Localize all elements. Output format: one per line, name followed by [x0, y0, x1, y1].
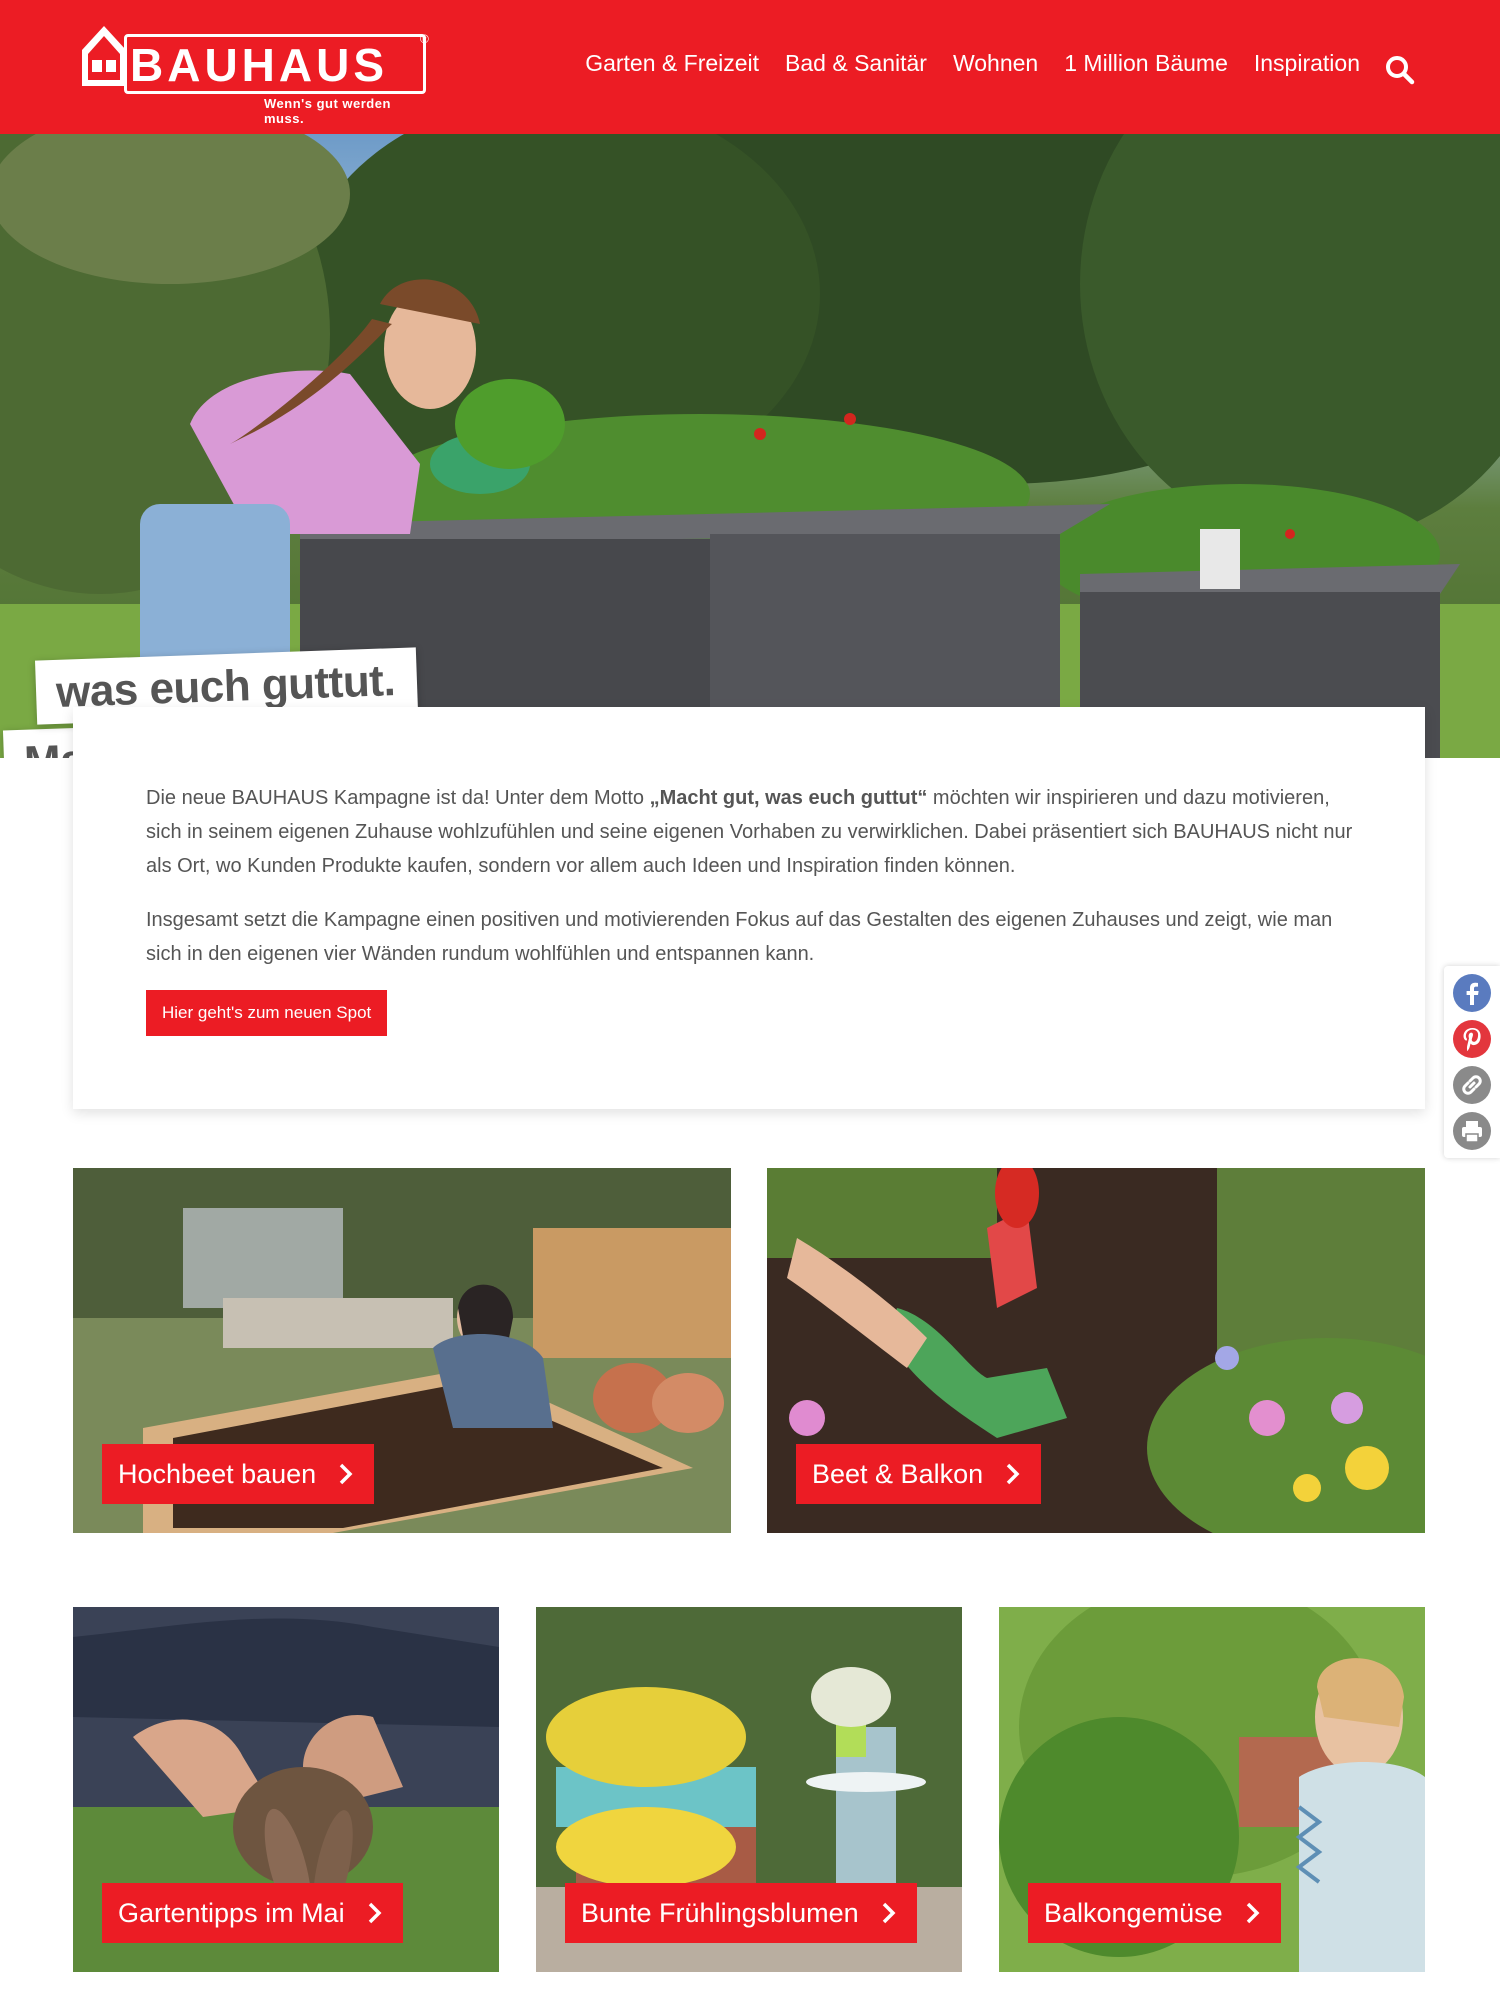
tile-gartentipps-mai[interactable]: Gartentipps im Mai: [73, 1607, 499, 1972]
link-icon[interactable]: [1453, 1066, 1491, 1104]
tile-button-balkongemuese[interactable]: Balkongemüse: [1028, 1883, 1281, 1943]
site-header: BAUHAUS ® Wenn's gut werden muss. Garten…: [0, 0, 1500, 134]
facebook-icon[interactable]: [1453, 974, 1491, 1012]
nav-item-bad-sanitaer[interactable]: Bad & Sanitär: [785, 50, 927, 77]
main-navigation: Garten & Freizeit Bad & Sanitär Wohnen 1…: [585, 50, 1360, 77]
search-icon[interactable]: [1384, 54, 1416, 86]
tile-beet-balkon[interactable]: Beet & Balkon: [767, 1168, 1425, 1533]
nav-item-inspiration[interactable]: Inspiration: [1254, 50, 1360, 77]
nav-item-wohnen[interactable]: Wohnen: [953, 50, 1038, 77]
logo-registered-mark: ®: [420, 32, 429, 46]
new-spot-button[interactable]: Hier geht's zum neuen Spot: [146, 990, 388, 1036]
tile-label-gartentipps: Gartentipps im Mai: [118, 1898, 345, 1928]
tile-label-hochbeet: Hochbeet bauen: [118, 1459, 317, 1489]
tile-label-beet-balkon: Beet & Balkon: [812, 1459, 984, 1489]
tile-balkongemuese[interactable]: Balkongemüse: [999, 1607, 1425, 1972]
campaign-intro-card: Die neue BAUHAUS Kampagne ist da! Unter …: [73, 707, 1425, 1109]
print-icon[interactable]: [1453, 1112, 1491, 1150]
pinterest-icon[interactable]: [1453, 1020, 1491, 1058]
intro-motto: „Macht gut, was euch guttut“: [649, 787, 928, 809]
tile-label-fruehlingsblumen: Bunte Frühlingsblumen: [581, 1898, 859, 1928]
bauhaus-logo[interactable]: BAUHAUS ® Wenn's gut werden muss.: [74, 20, 430, 126]
tile-button-fruehlingsblumen[interactable]: Bunte Frühlingsblumen: [565, 1883, 917, 1943]
chevron-right-icon: [1246, 1902, 1260, 1924]
logo-tagline: Wenn's gut werden muss.: [264, 96, 391, 126]
nav-item-garten-freizeit[interactable]: Garten & Freizeit: [585, 50, 759, 77]
tile-label-balkongemuese: Balkongemüse: [1044, 1898, 1223, 1928]
tile-button-hochbeet[interactable]: Hochbeet bauen: [102, 1444, 375, 1504]
chevron-right-icon: [882, 1902, 896, 1924]
tile-fruehlingsblumen[interactable]: Bunte Frühlingsblumen: [536, 1607, 962, 1972]
nav-item-million-baeume[interactable]: 1 Million Bäume: [1064, 50, 1228, 77]
share-sidebar: [1444, 966, 1500, 1158]
chevron-right-icon: [368, 1902, 382, 1924]
intro-paragraph-1: Die neue BAUHAUS Kampagne ist da! Unter …: [146, 781, 1356, 883]
intro-p1-start: Die neue BAUHAUS Kampagne ist da! Unter …: [146, 787, 650, 809]
intro-paragraph-2: Insgesamt setzt die Kampagne einen posit…: [146, 909, 1333, 965]
tile-button-gartentipps[interactable]: Gartentipps im Mai: [102, 1883, 403, 1943]
tile-button-beet-balkon[interactable]: Beet & Balkon: [796, 1444, 1042, 1504]
logo-wordmark: BAUHAUS: [130, 39, 388, 91]
chevron-right-icon: [1006, 1463, 1020, 1485]
tile-hochbeet-bauen[interactable]: Hochbeet bauen: [73, 1168, 731, 1533]
chevron-right-icon: [339, 1463, 353, 1485]
